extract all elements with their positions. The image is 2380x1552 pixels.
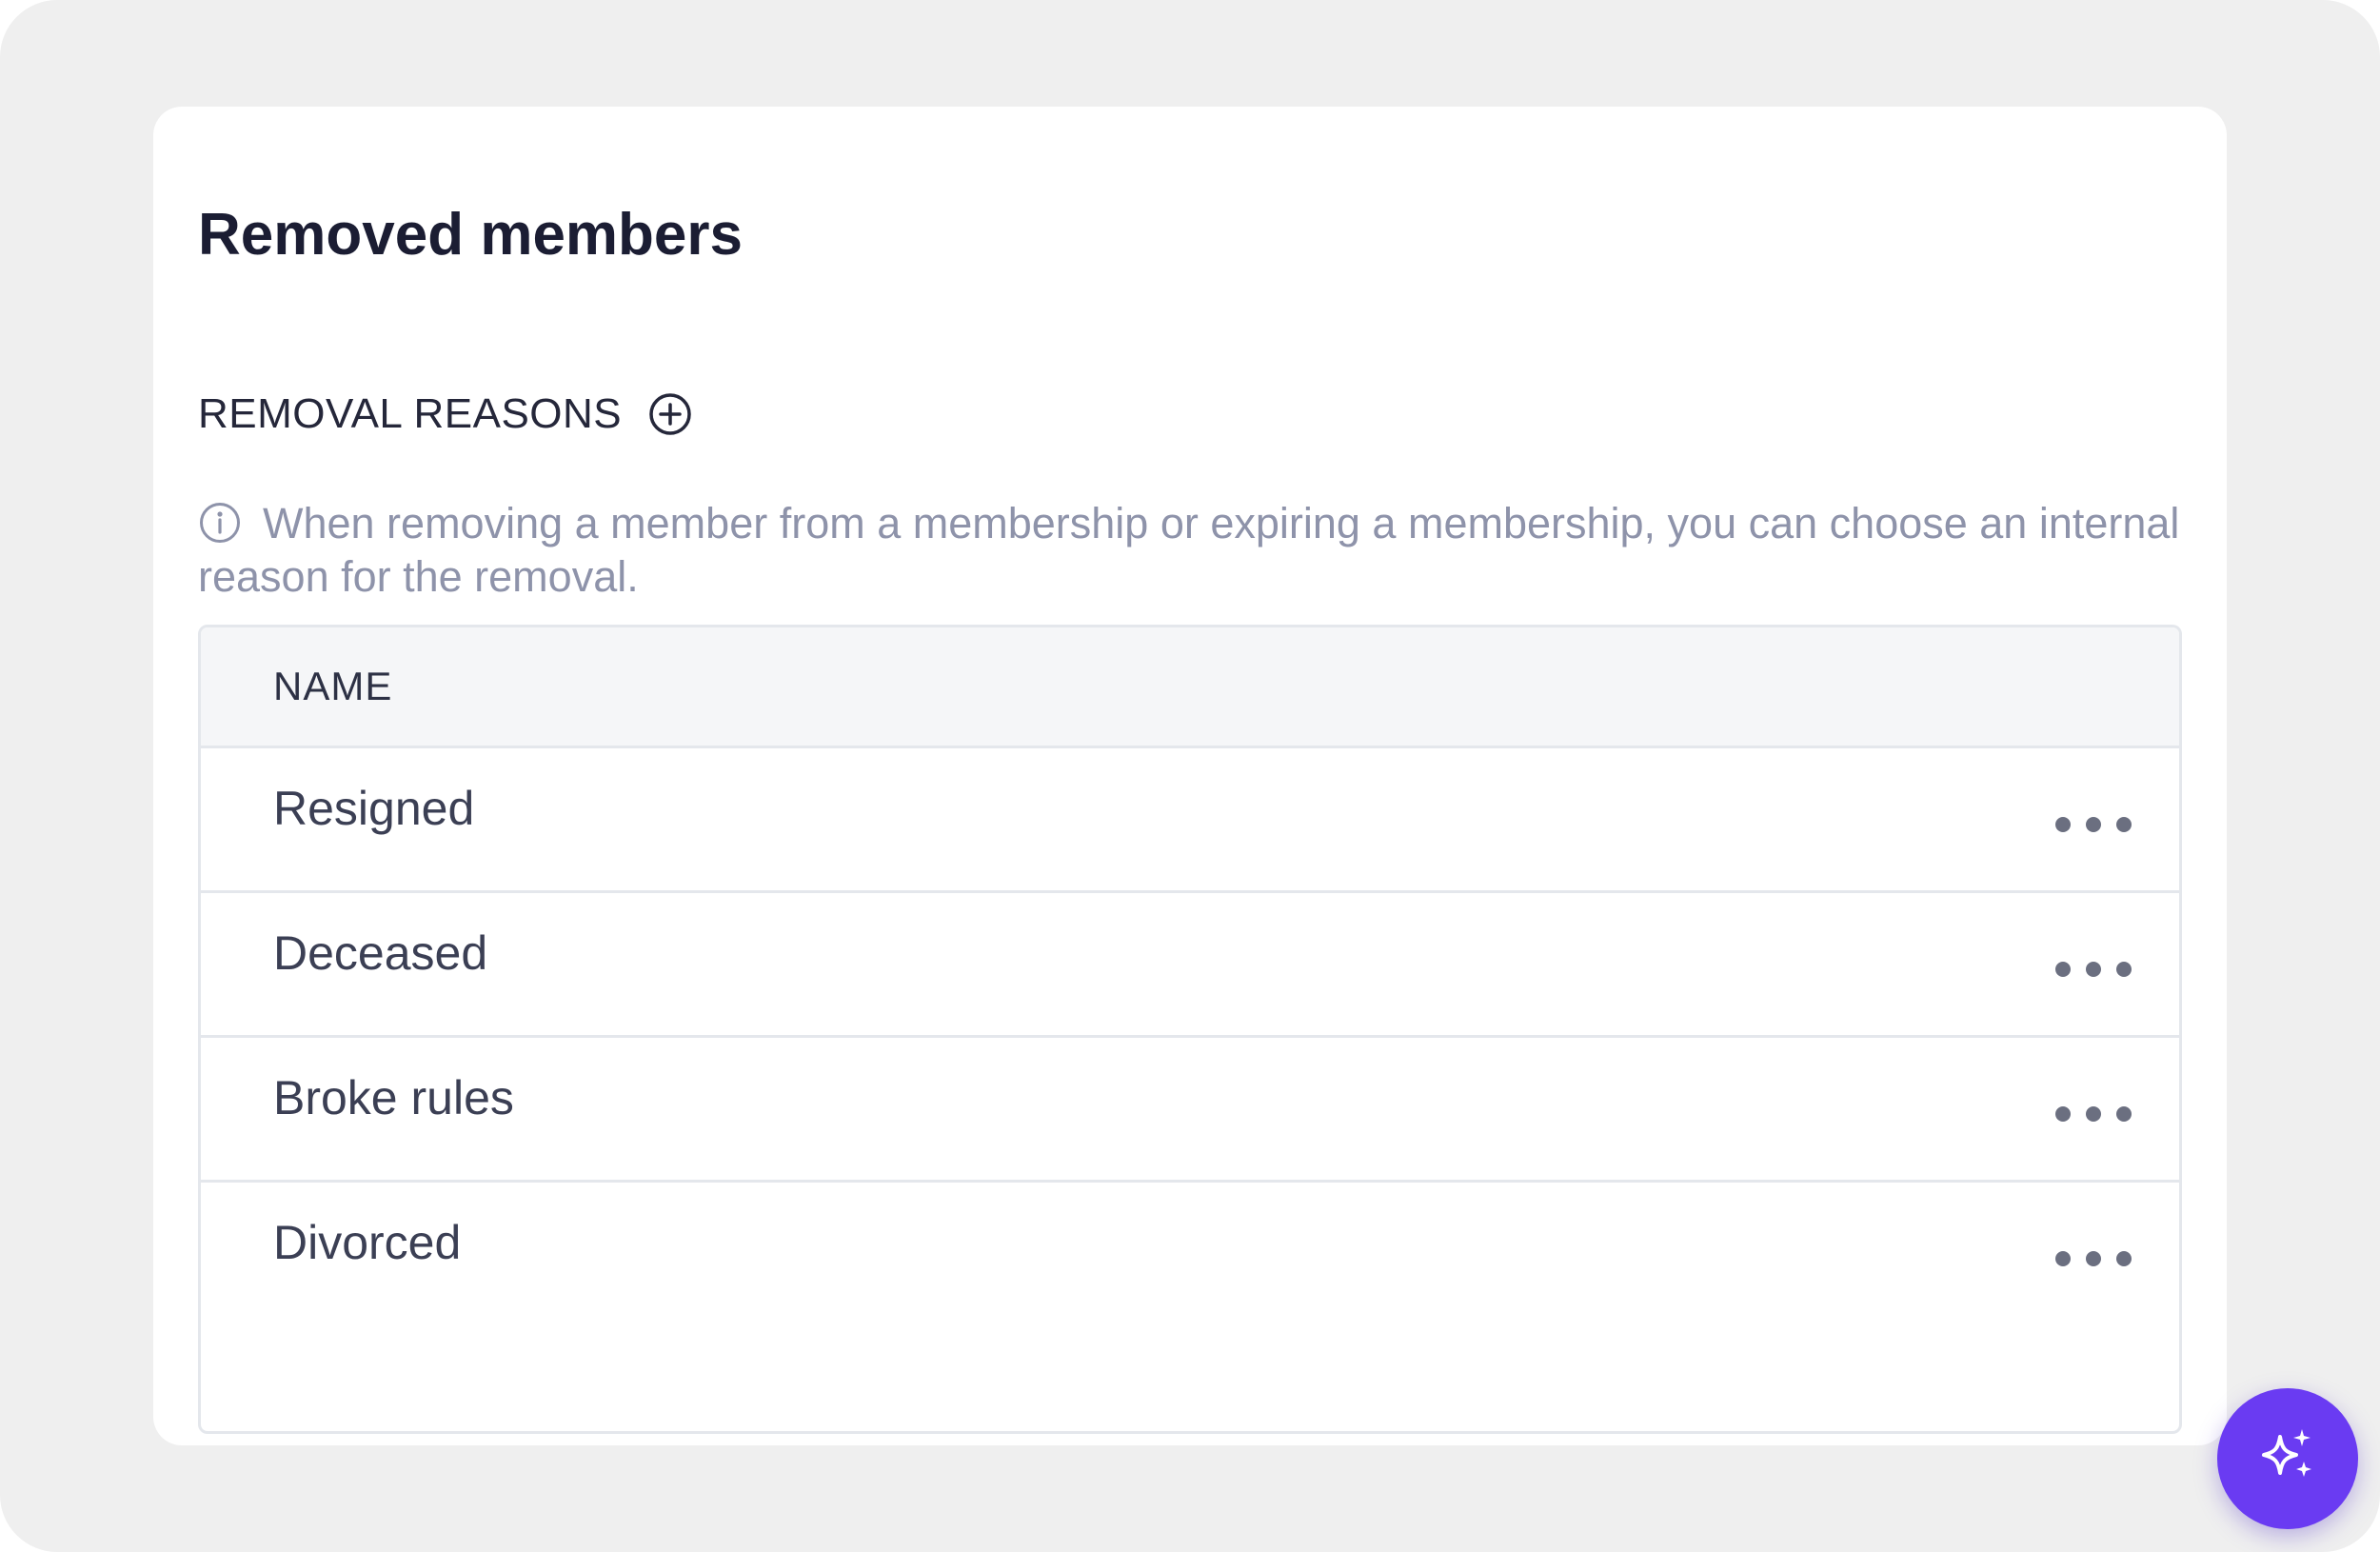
table-row[interactable]: Deceased [201,893,2179,1038]
info-text: When removing a member from a membership… [198,499,2180,601]
removal-reasons-header: REMOVAL REASONS [198,390,694,438]
more-horizontal-icon[interactable] [2055,813,2132,836]
settings-card: Removed members REMOVAL REASONS When rem… [153,107,2358,1529]
more-horizontal-icon[interactable] [2055,1103,2132,1125]
removal-reasons-table: NAME Resigned Deceased Broke rules Divor… [198,625,2182,1434]
more-horizontal-icon[interactable] [2055,1247,2132,1270]
section-label: REMOVAL REASONS [198,390,623,437]
page-title: Removed members [198,202,744,268]
reason-name: Resigned [273,782,475,835]
plus-circle-icon[interactable] [646,390,694,438]
table-row[interactable]: Resigned [201,748,2179,893]
app-background: Removed members REMOVAL REASONS When rem… [0,0,2380,1552]
table-row[interactable]: Broke rules [201,1038,2179,1183]
column-header-name[interactable]: NAME [273,664,392,709]
info-description: When removing a member from a membership… [198,497,2197,604]
reason-name: Broke rules [273,1071,514,1124]
more-horizontal-icon[interactable] [2055,958,2132,981]
table-row[interactable]: Divorced [201,1183,2179,1327]
reason-name: Deceased [273,926,488,980]
table-header: NAME [201,627,2179,748]
info-circle-icon [198,501,242,545]
sparkles-icon [2254,1423,2321,1495]
ai-assistant-button[interactable] [2217,1388,2358,1529]
reason-name: Divorced [273,1216,462,1269]
